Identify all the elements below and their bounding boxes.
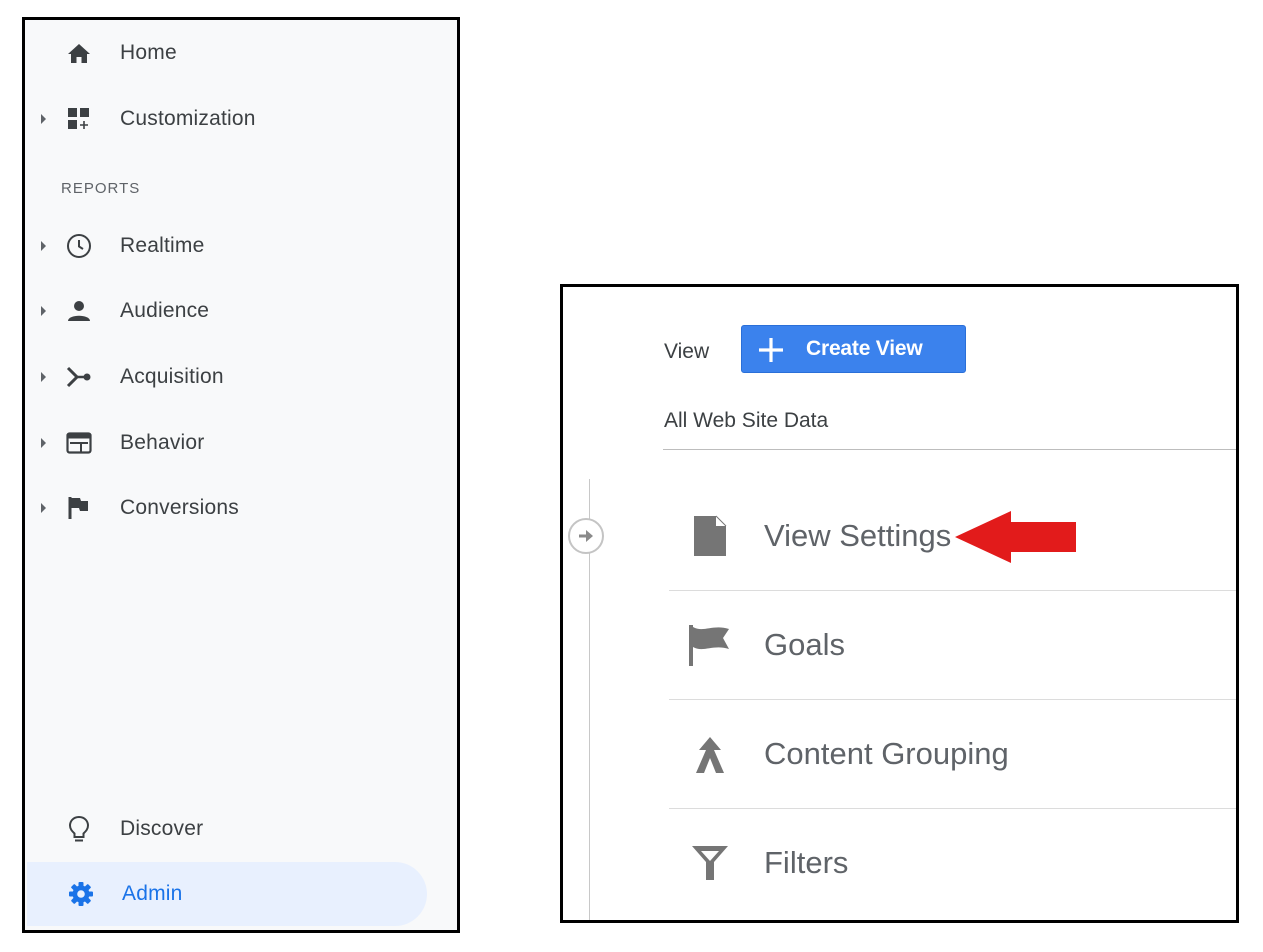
sidebar-item-label: Customization: [120, 107, 256, 130]
section-heading-reports: REPORTS: [61, 180, 141, 197]
sidebar-item-acquisition[interactable]: Acquisition: [25, 352, 425, 402]
arrow-right-icon: [579, 530, 593, 542]
admin-view-column: View Create View All Web Site Data View …: [560, 284, 1239, 923]
clock-icon: [65, 234, 93, 258]
sidebar-item-admin[interactable]: Admin: [27, 862, 427, 926]
sidebar-item-audience[interactable]: Audience: [25, 286, 425, 336]
home-icon: [65, 41, 93, 65]
sidebar-item-label: Conversions: [120, 496, 239, 519]
filter-icon: [687, 840, 733, 886]
admin-row-filters[interactable]: Filters: [669, 809, 1236, 917]
behavior-icon: [65, 431, 93, 455]
expand-caret-icon[interactable]: [41, 372, 46, 382]
document-icon: [687, 513, 733, 559]
flag-icon: [65, 496, 93, 520]
expand-caret-icon[interactable]: [41, 438, 46, 448]
content-grouping-icon: [687, 731, 733, 777]
sidebar-item-home[interactable]: Home: [25, 28, 425, 78]
dashboard-add-icon: [65, 107, 93, 131]
expand-caret-icon[interactable]: [41, 114, 46, 124]
sidebar-item-behavior[interactable]: Behavior: [25, 418, 425, 468]
gear-icon: [67, 882, 95, 906]
sidebar-item-realtime[interactable]: Realtime: [25, 221, 425, 271]
admin-row-label: Filters: [764, 845, 849, 880]
sidebar-item-label: Home: [120, 41, 177, 64]
sidebar-item-customization[interactable]: Customization: [25, 94, 425, 144]
sidebar-item-discover[interactable]: Discover: [25, 804, 425, 854]
view-selector-underline: [663, 449, 1236, 450]
collapse-column-button[interactable]: [568, 518, 604, 554]
create-view-button[interactable]: Create View: [741, 325, 966, 373]
view-column-label: View: [664, 340, 710, 363]
admin-row-label: Content Grouping: [764, 736, 1009, 771]
expand-caret-icon[interactable]: [41, 306, 46, 316]
sidebar-nav: Home Customization REPORTS Realtime Audi…: [22, 17, 460, 933]
sidebar-item-label: Realtime: [120, 234, 205, 257]
sidebar-item-label: Audience: [120, 299, 210, 322]
sidebar-item-label: Discover: [120, 817, 204, 840]
expand-caret-icon[interactable]: [41, 241, 46, 251]
flag-icon: [687, 622, 733, 668]
sidebar-item-label: Behavior: [120, 431, 205, 454]
sidebar-item-conversions[interactable]: Conversions: [25, 483, 425, 533]
sidebar-item-label: Acquisition: [120, 365, 224, 388]
expand-caret-icon[interactable]: [41, 503, 46, 513]
create-view-label: Create View: [806, 337, 923, 360]
lightbulb-icon: [65, 815, 93, 842]
person-icon: [65, 299, 93, 323]
admin-row-label: Goals: [764, 627, 845, 662]
admin-row-goals[interactable]: Goals: [669, 591, 1236, 699]
admin-row-content-grouping[interactable]: Content Grouping: [669, 700, 1236, 808]
annotation-arrow-icon: [955, 511, 1076, 563]
view-selector[interactable]: All Web Site Data: [664, 409, 828, 433]
plus-icon: [759, 338, 783, 362]
admin-row-label: View Settings: [764, 518, 952, 553]
sidebar-item-label: Admin: [122, 882, 183, 905]
acquisition-icon: [65, 365, 93, 389]
